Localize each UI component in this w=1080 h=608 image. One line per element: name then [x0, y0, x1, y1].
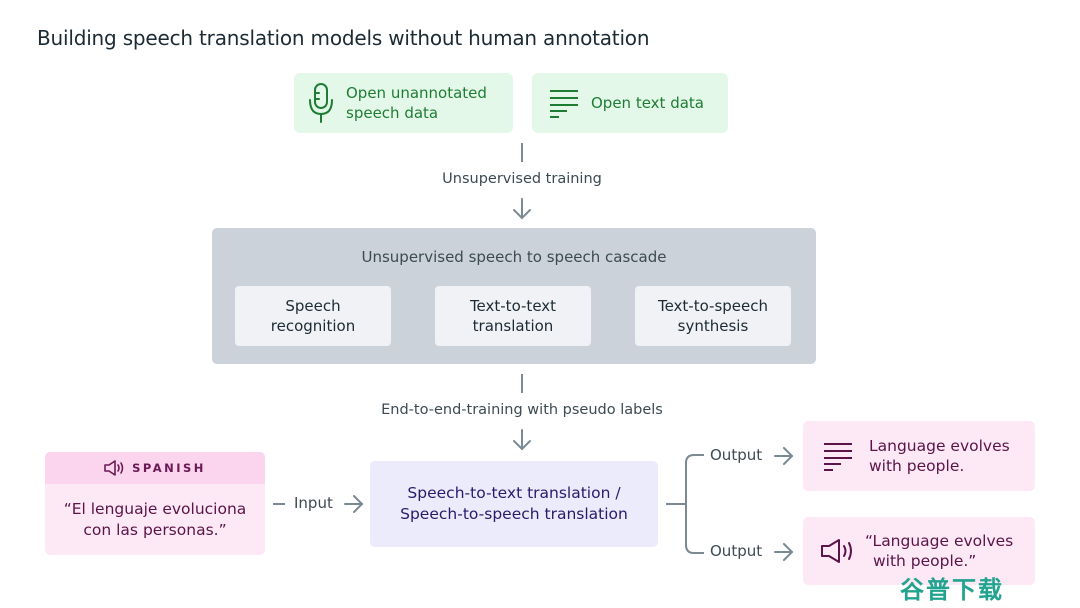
- input-text: “El lenguaje evoluciona con las personas.…: [45, 484, 265, 555]
- source-text-label: Open text data: [591, 94, 704, 112]
- output-line2: with people.: [869, 457, 965, 475]
- output-line1: “Language evolves: [865, 532, 1014, 550]
- model-line2: Speech-to-speech translation: [400, 505, 628, 523]
- down-arrow-icon: [513, 198, 531, 220]
- output-text-card: Language evolves with people.: [803, 421, 1035, 491]
- output-line2: with people.”: [873, 552, 977, 570]
- text-lines-icon: [549, 88, 579, 118]
- stage-text-to-speech-synthesis: Text-to-speech synthesis: [635, 286, 791, 346]
- translation-model-box: Speech-to-text translation / Speech-to-sp…: [370, 461, 658, 547]
- cascade-title: Unsupervised speech to speech cascade: [361, 248, 667, 266]
- stage-line1: Text-to-text: [469, 297, 557, 315]
- model-line1: Speech-to-text translation /: [407, 484, 621, 502]
- unsupervised-training-label: Unsupervised training: [442, 171, 602, 187]
- text-lines-icon: [823, 441, 853, 471]
- input-dash: [273, 503, 285, 505]
- diagram-title: Building speech translation models witho…: [37, 26, 650, 50]
- microphone-icon: [308, 82, 334, 124]
- source-speech-line1: Open unannotated: [346, 84, 487, 102]
- speaker-icon: [821, 538, 857, 564]
- watermark: 谷普下载: [900, 576, 1004, 604]
- stage-text-to-text-translation: Text-to-text translation: [435, 286, 591, 346]
- source-speech-data: Open unannotated speech data: [294, 73, 513, 133]
- output-connector-label-2: Output: [710, 542, 763, 560]
- speaker-icon: [104, 460, 124, 476]
- end-to-end-training-label: End-to-end-training with pseudo labels: [381, 402, 663, 418]
- stage-line2: recognition: [270, 317, 356, 335]
- down-arrow-icon: [513, 429, 531, 451]
- stage-line2: translation: [472, 317, 554, 335]
- source-text-data: Open text data: [532, 73, 728, 133]
- stage-line1: Text-to-speech: [657, 297, 769, 315]
- stage-speech-recognition: Speech recognition: [235, 286, 391, 346]
- output-line1: Language evolves: [869, 437, 1010, 455]
- right-arrow-icon: [774, 447, 794, 465]
- input-line2: con las personas.”: [83, 520, 227, 539]
- right-arrow-icon: [774, 543, 794, 561]
- input-connector-label: Input: [294, 494, 333, 512]
- output-connector-label-1: Output: [710, 446, 763, 464]
- input-language-header: SPANISH: [45, 452, 265, 484]
- connector-line: [521, 143, 523, 162]
- stage-line2: synthesis: [677, 317, 749, 335]
- right-arrow-icon: [344, 495, 364, 513]
- cascade-container: Unsupervised speech to speech cascade Sp…: [212, 228, 816, 364]
- input-line1: “El lenguaje evoluciona: [63, 499, 247, 518]
- input-language-label: SPANISH: [132, 461, 206, 475]
- branch-connector: [666, 454, 704, 554]
- input-card: SPANISH “El lenguaje evoluciona con las p…: [45, 452, 265, 555]
- source-speech-line2: speech data: [346, 104, 439, 122]
- stage-line1: Speech: [285, 297, 341, 315]
- connector-line: [521, 374, 523, 393]
